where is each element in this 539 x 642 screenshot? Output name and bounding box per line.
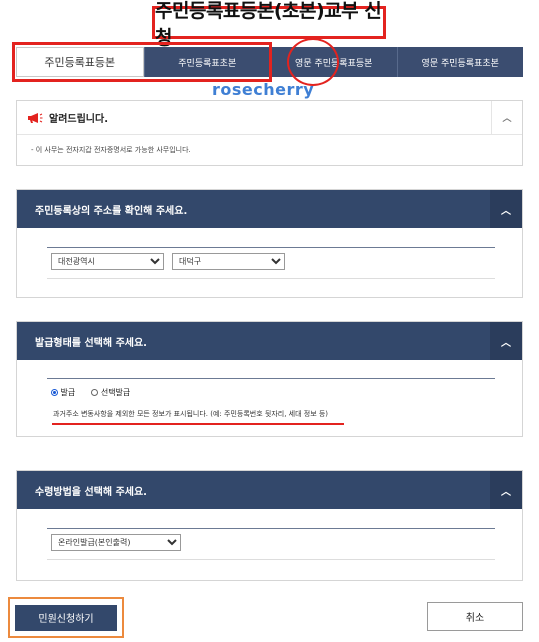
notice-panel: 알려드립니다. ︿ - 이 사무는 전자지갑 전자증명서로 가능한 사무입니다. [16, 100, 523, 166]
issue-type-description: 과거주소 변동사항을 제외한 모든 정보가 표시됩니다. (예: 주민등록번호 … [53, 410, 329, 418]
notice-title: 알려드립니다. [49, 114, 108, 125]
watermark: rosecherry [212, 80, 315, 99]
tab-english-resident-abstract[interactable]: 영문 주민등록표초본 [396, 47, 523, 77]
radio-select-issue[interactable]: 선택발급 [91, 387, 130, 398]
submit-button[interactable]: 민원신청하기 [15, 604, 117, 631]
megaphone-icon [27, 112, 43, 124]
receive-method-section-header: 수령방법을 선택해 주세요. ︿ [17, 471, 522, 509]
receive-method-section: 수령방법을 선택해 주세요. ︿ 온라인발급(본인출력) [16, 470, 523, 581]
notice-header: 알려드립니다. ︿ [17, 101, 522, 135]
annotation-red-circle [287, 38, 339, 86]
issue-type-options: 발급 선택발급 [51, 387, 130, 398]
radio-unselected-icon [91, 389, 99, 396]
annotation-red-underline [52, 423, 344, 425]
issue-type-section: 발급형태를 선택해 주세요. ︿ 발급 선택발급 과거주소 변동사항을 제외한 … [16, 321, 523, 437]
annotation-red-rectangle [12, 42, 272, 82]
page-title: 주민등록표등본(초본)교부 신청 [152, 0, 386, 49]
radio-selected-icon [51, 389, 58, 396]
receive-method-select[interactable]: 온라인발급(본인출력) [51, 534, 181, 551]
issue-form-divider [47, 378, 495, 379]
district-select[interactable]: 대덕구 [172, 253, 285, 270]
submit-highlight: 민원신청하기 [8, 597, 124, 638]
radio-full-issue[interactable]: 발급 [51, 387, 75, 398]
receive-method-section-title: 수령방법을 선택해 주세요. [35, 486, 147, 498]
cancel-button[interactable]: 취소 [427, 602, 523, 631]
issue-type-section-header: 발급형태를 선택해 주세요. ︿ [17, 322, 522, 360]
address-section-header: 주민등록상의 주소를 확인해 주세요. ︿ [17, 190, 522, 228]
chevron-up-icon[interactable]: ︿ [490, 471, 522, 509]
address-section-title: 주민등록상의 주소를 확인해 주세요. [35, 205, 188, 217]
notice-text: - 이 사무는 전자지갑 전자증명서로 가능한 사무입니다. [31, 146, 191, 154]
issue-type-section-title: 발급형태를 선택해 주세요. [35, 337, 147, 349]
chevron-up-icon[interactable]: ︿ [490, 322, 522, 360]
city-select[interactable]: 대전광역시 [51, 253, 164, 270]
address-section: 주민등록상의 주소를 확인해 주세요. ︿ 대전광역시 대덕구 [16, 189, 523, 298]
chevron-up-icon[interactable]: ︿ [491, 101, 522, 134]
chevron-up-icon[interactable]: ︿ [490, 190, 522, 228]
